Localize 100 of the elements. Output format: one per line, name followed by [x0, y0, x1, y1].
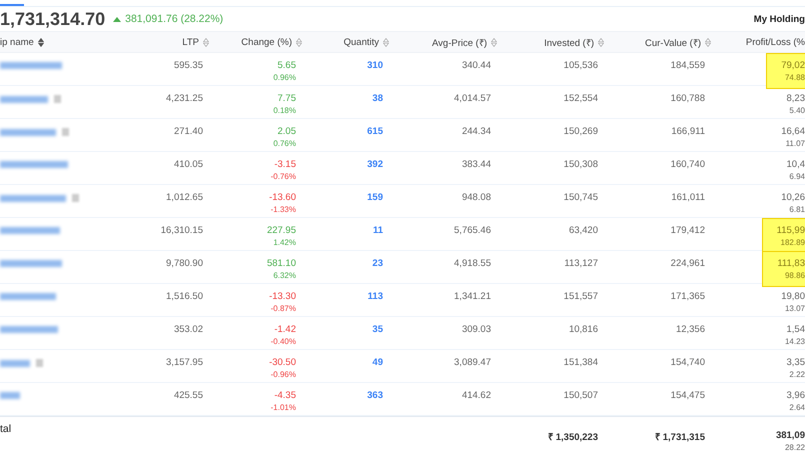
quantity-link[interactable]: 615: [367, 126, 383, 137]
column-header[interactable]: LTP: [182, 36, 199, 48]
avg-price-value: 383.44: [462, 159, 491, 170]
blurred-stock-name[interactable]: [0, 360, 30, 366]
change-value: 227.95: [266, 225, 296, 236]
total-profit-loss-percent: 28.22: [784, 443, 805, 452]
change-percent: 0.96%: [273, 73, 296, 82]
profit-loss-value: 8,23: [786, 93, 805, 104]
avg-price-value: 414.62: [462, 390, 491, 401]
change-value: 7.75: [278, 93, 296, 104]
blurred-stock-name[interactable]: [0, 392, 20, 399]
change-value: -13.60: [269, 192, 296, 203]
total-profit-loss: 381,09: [776, 430, 805, 441]
invested-value: 152,554: [564, 93, 598, 104]
current-value: 154,475: [670, 390, 705, 401]
profit-loss-percent: 14.23: [784, 337, 805, 346]
change-value: 2.05: [278, 126, 296, 137]
ltp-value: 271.40: [174, 126, 203, 137]
profit-loss-percent: 6.81: [789, 205, 805, 214]
profit-loss-value: 19,80: [781, 291, 805, 302]
quantity-link[interactable]: 35: [372, 324, 383, 335]
profit-loss-value: 1,54: [786, 324, 805, 335]
up-triangle-icon: [113, 16, 122, 22]
ltp-value: 9,780.90: [166, 258, 203, 269]
invested-value: 150,507: [564, 390, 598, 401]
blurred-stock-name[interactable]: [0, 260, 62, 267]
current-value: 224,961: [670, 258, 705, 269]
column-header[interactable]: Profit/Loss (%: [746, 36, 805, 48]
quantity-link[interactable]: 23: [372, 258, 383, 269]
current-value: 166,911: [671, 126, 705, 137]
ltp-value: 3,157.95: [166, 357, 203, 368]
change-value: -30.50: [269, 357, 296, 368]
ltp-value: 410.05: [174, 159, 203, 170]
profit-loss-percent: 74.88: [784, 73, 805, 82]
quantity-link[interactable]: 363: [367, 390, 383, 401]
quantity-link[interactable]: 159: [367, 192, 383, 203]
invested-value: 150,745: [564, 192, 598, 203]
profit-loss-percent: 6.94: [789, 172, 805, 181]
ltp-value: 16,310.15: [160, 225, 203, 236]
blurred-stock-name[interactable]: [0, 326, 58, 333]
ltp-value: 1,516.50: [166, 291, 203, 302]
profit-loss-percent: 182.89: [780, 238, 805, 247]
profit-loss-value: 115,99: [776, 225, 805, 236]
column-header[interactable]: Invested (₹): [544, 36, 594, 48]
change-value: 581.10: [266, 258, 296, 269]
invested-value: 113,127: [564, 258, 598, 269]
profit-loss-value: 3,35: [786, 357, 805, 368]
invested-value: 150,308: [564, 159, 598, 170]
change-value: -4.35: [274, 390, 296, 401]
active-tab-indicator: [0, 4, 24, 6]
blurred-tag: [62, 128, 69, 136]
blurred-stock-name[interactable]: [0, 227, 60, 234]
quantity-link[interactable]: 310: [367, 60, 383, 71]
current-value: 160,788: [670, 93, 705, 104]
blurred-tag: [72, 194, 79, 202]
total-label: tal: [0, 423, 12, 437]
quantity-link[interactable]: 11: [372, 225, 383, 236]
change-value: -13.30: [269, 291, 296, 302]
current-value: 154,740: [670, 357, 705, 368]
blurred-stock-name[interactable]: [0, 62, 62, 69]
column-header[interactable]: Change (%): [241, 36, 292, 48]
column-header[interactable]: Quantity: [344, 36, 379, 48]
blurred-stock-name[interactable]: [0, 194, 66, 202]
change-value: 5.65: [278, 60, 296, 71]
change-percent: -1.01%: [270, 403, 296, 412]
quantity-link[interactable]: 38: [372, 93, 383, 104]
change-value: -1.42: [274, 324, 296, 335]
change-percent: -0.96%: [270, 370, 296, 379]
column-header[interactable]: ip name: [0, 36, 34, 48]
blurred-tag: [36, 359, 43, 367]
change-value: -3.15: [274, 159, 296, 170]
profit-loss-percent: 11.07: [786, 139, 805, 148]
change-percent: 6.32%: [273, 271, 296, 280]
avg-price-value: 340.44: [462, 60, 491, 71]
change-value: 381,091.76 (28.22%): [125, 13, 224, 25]
blurred-stock-name[interactable]: [0, 293, 56, 300]
current-value: 179,412: [670, 225, 705, 236]
quantity-link[interactable]: 113: [368, 291, 383, 302]
profit-loss-value: 10,26: [781, 192, 805, 203]
column-header[interactable]: Cur-Value (₹): [644, 36, 701, 48]
change-percent: 1.42%: [273, 238, 296, 247]
column-header[interactable]: Avg-Price (₹): [432, 36, 487, 48]
ltp-value: 425.55: [174, 390, 203, 401]
change-percent: -0.87%: [270, 304, 296, 313]
my-holdings-link[interactable]: My Holding: [754, 14, 805, 24]
blurred-tag: [54, 95, 61, 103]
profit-loss-percent: 2.22: [789, 370, 805, 379]
sort-icon[interactable]: [38, 38, 44, 46]
blurred-stock-name[interactable]: [0, 161, 68, 168]
profit-loss-value: 16,64: [781, 126, 805, 137]
quantity-link[interactable]: 392: [367, 159, 383, 170]
avg-price-value: 309.03: [462, 324, 491, 335]
ltp-value: 1,012.65: [166, 192, 203, 203]
ltp-value: 595.35: [174, 60, 203, 71]
quantity-link[interactable]: 49: [372, 357, 383, 368]
blurred-stock-name[interactable]: [0, 96, 48, 102]
total-current-value: ₹ 1,731,315: [655, 431, 705, 443]
current-value: 160,740: [670, 159, 705, 170]
blurred-stock-name[interactable]: [0, 128, 56, 136]
avg-price-value: 5,765.46: [454, 225, 491, 236]
